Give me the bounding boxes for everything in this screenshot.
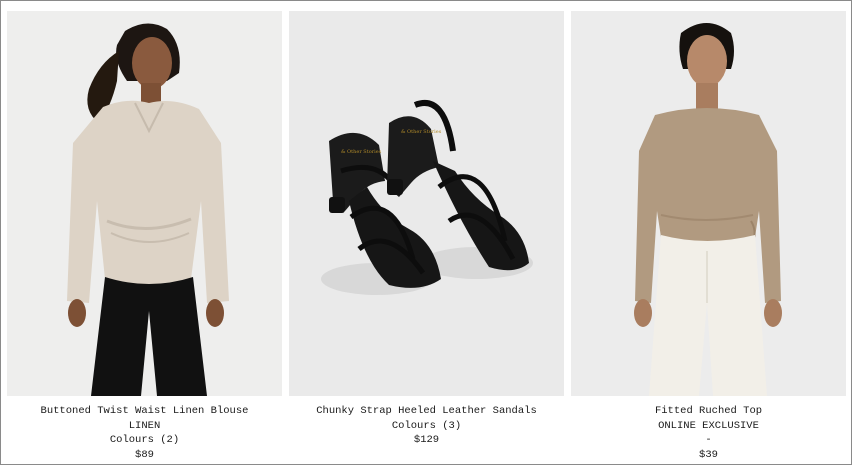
product-grid: Buttoned Twist Waist Linen Blouse LINEN … <box>7 11 847 461</box>
product-image[interactable] <box>7 11 282 396</box>
product-card[interactable]: Fitted Ruched Top ONLINE EXCLUSIVE - $39 <box>571 11 846 461</box>
product-colours[interactable]: Colours (3) <box>289 419 564 434</box>
product-price: $129 <box>413 434 440 446</box>
product-name[interactable]: Chunky Strap Heeled Leather Sandals <box>289 404 564 419</box>
product-tag: LINEN <box>128 419 161 432</box>
svg-text:& Other Stories: & Other Stories <box>341 149 382 155</box>
product-listing-frame: Buttoned Twist Waist Linen Blouse LINEN … <box>0 0 852 465</box>
product-price: $39 <box>699 448 718 461</box>
product-card[interactable]: Buttoned Twist Waist Linen Blouse LINEN … <box>7 11 282 461</box>
product-separator: - <box>705 434 712 446</box>
product-info: Buttoned Twist Waist Linen Blouse LINEN … <box>7 404 282 462</box>
product-image[interactable]: & Other Stories & Other Stories <box>289 11 564 396</box>
product-name[interactable]: Buttoned Twist Waist Linen Blouse <box>7 404 282 419</box>
product-price: $89 <box>135 448 154 461</box>
product-colours[interactable]: Colours (2) <box>7 433 282 448</box>
product-card[interactable]: & Other Stories & Other Stories Chunky S… <box>289 11 564 461</box>
product-image[interactable] <box>571 11 846 396</box>
product-name[interactable]: Fitted Ruched Top <box>571 404 846 419</box>
product-info: Chunky Strap Heeled Leather Sandals Colo… <box>289 404 564 448</box>
product-info: Fitted Ruched Top ONLINE EXCLUSIVE - $39 <box>571 404 846 462</box>
svg-text:& Other Stories: & Other Stories <box>401 129 442 135</box>
product-tag: ONLINE EXCLUSIVE <box>658 419 759 432</box>
